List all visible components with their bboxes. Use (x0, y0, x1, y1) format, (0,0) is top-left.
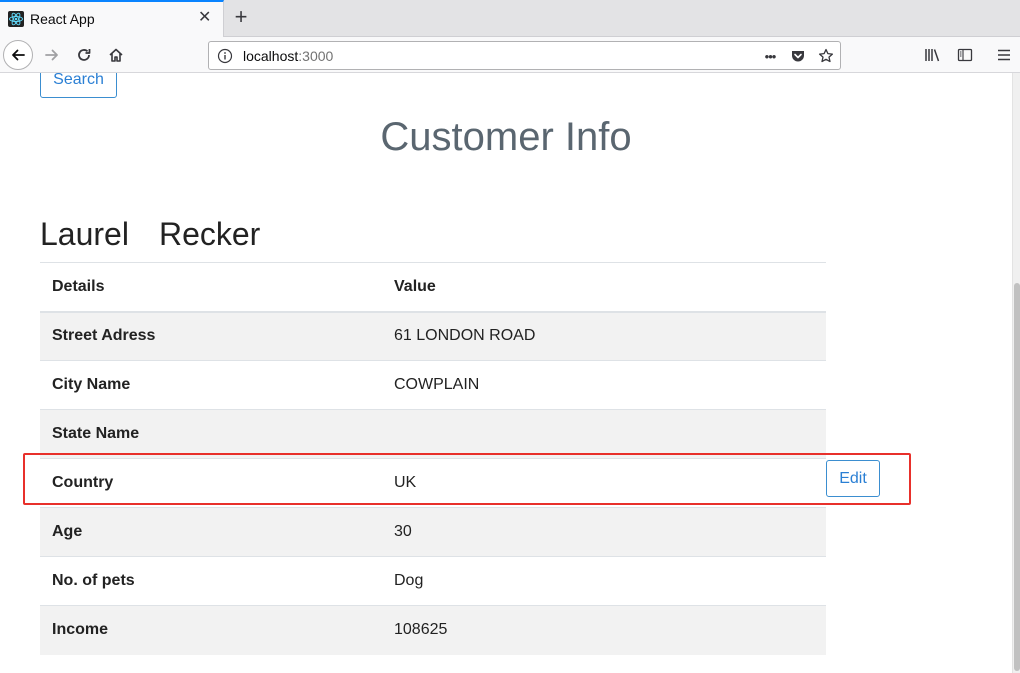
tab-react-app[interactable]: React App ✕ (0, 0, 224, 37)
page-actions-icon[interactable]: ••• (760, 46, 780, 66)
customer-name: Laurel Recker (40, 216, 290, 253)
navigation-toolbar: localhost:3000 ••• (0, 37, 1020, 73)
row-value: 108625 (382, 605, 826, 655)
column-header-value: Value (382, 262, 826, 313)
page-content: Search Customer Info Laurel Recker Detail… (0, 73, 1012, 673)
row-label: Income (40, 605, 382, 655)
tab-bar: React App ✕ + (0, 0, 1020, 37)
library-button[interactable] (918, 40, 948, 70)
reload-button[interactable] (69, 40, 99, 70)
forward-button[interactable] (37, 40, 67, 70)
back-button[interactable] (3, 40, 33, 70)
row-value: 61 LONDON ROAD (382, 311, 826, 361)
sidebar-button[interactable] (950, 40, 980, 70)
react-icon (8, 11, 24, 27)
customer-first-name: Laurel (40, 216, 129, 252)
row-value: COWPLAIN (382, 360, 826, 410)
menu-button[interactable] (989, 40, 1019, 70)
row-label: Age (40, 507, 382, 557)
url-port: :3000 (298, 48, 334, 64)
scrollbar-thumb[interactable] (1014, 283, 1020, 671)
home-icon (109, 48, 123, 62)
library-icon (925, 49, 940, 62)
url-text[interactable]: localhost:3000 (243, 48, 333, 64)
row-label: Street Adress (40, 311, 382, 361)
search-button[interactable]: Search (40, 73, 117, 98)
row-value: 30 (382, 507, 826, 557)
edit-button[interactable]: Edit (826, 460, 880, 497)
table-header-row: Details Value (40, 262, 826, 313)
sidebar-icon (957, 48, 973, 62)
bookmark-star-icon[interactable] (816, 46, 836, 66)
hamburger-menu-icon (998, 49, 1010, 61)
row-label: State Name (40, 409, 382, 459)
arrow-right-icon (45, 49, 58, 61)
column-header-details: Details (40, 262, 382, 313)
table-row: City Name COWPLAIN (40, 360, 826, 410)
row-value (382, 409, 826, 459)
table-row: Income 108625 (40, 605, 826, 655)
home-button[interactable] (101, 40, 131, 70)
close-tab-icon[interactable]: ✕ (198, 10, 211, 26)
customer-last-name: Recker (158, 216, 261, 252)
row-label: City Name (40, 360, 382, 410)
pocket-icon[interactable] (788, 46, 808, 66)
table-row: No. of pets Dog (40, 556, 826, 606)
scrollbar[interactable] (1012, 73, 1020, 673)
page-title: Customer Info (380, 115, 632, 159)
row-label: No. of pets (40, 556, 382, 606)
reload-icon (78, 49, 91, 61)
new-tab-button[interactable]: + (230, 6, 252, 28)
arrow-left-icon (12, 49, 25, 61)
url-host: localhost (243, 48, 299, 64)
url-bar[interactable]: localhost:3000 ••• (208, 41, 841, 70)
highlight-box (23, 453, 911, 505)
info-icon[interactable] (217, 48, 233, 64)
tab-title: React App (30, 11, 95, 27)
row-value: Dog (382, 556, 826, 606)
table-row: Street Adress 61 LONDON ROAD (40, 311, 826, 361)
table-row: State Name (40, 409, 826, 459)
table-row: Age 30 (40, 507, 826, 557)
